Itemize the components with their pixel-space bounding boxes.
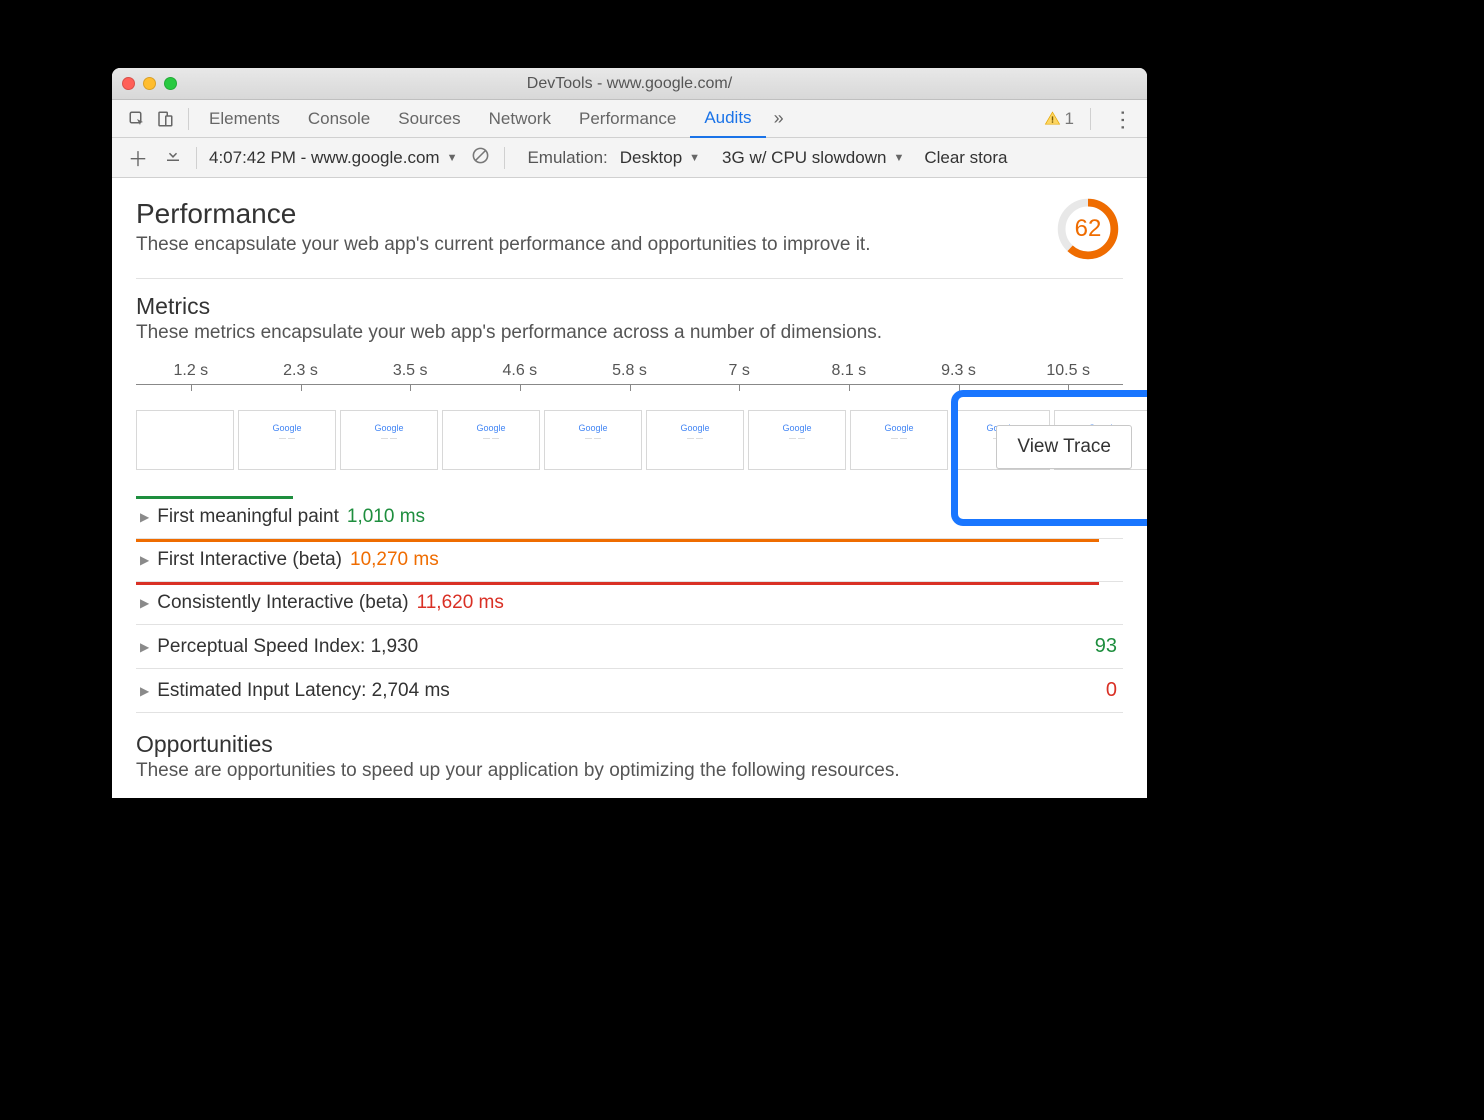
metrics-title: Metrics: [136, 293, 1123, 320]
view-trace-button[interactable]: View Trace: [996, 425, 1132, 469]
performance-desc: These encapsulate your web app's current…: [136, 234, 870, 256]
emulation-label: Emulation:: [527, 148, 607, 168]
tab-sources[interactable]: Sources: [384, 100, 474, 137]
audit-run-label: 4:07:42 PM - www.google.com: [209, 148, 440, 168]
expand-caret-icon[interactable]: ▶: [140, 596, 149, 610]
metric-label: Estimated Input Latency: 2,704 ms: [157, 680, 450, 702]
metric-list: ▶ First meaningful paint 1,010 ms ▶ First I…: [136, 496, 1123, 713]
performance-title: Performance: [136, 198, 870, 230]
performance-score-gauge: 62: [1057, 198, 1119, 260]
metric-row[interactable]: ▶ Consistently Interactive (beta) 11,620 …: [136, 582, 1123, 625]
timeline-tick-label: 9.3 s: [941, 362, 976, 380]
metric-label: Perceptual Speed Index: 1,930: [157, 636, 418, 658]
tabs-overflow-button[interactable]: »: [766, 108, 792, 129]
metric-label: First Interactive (beta): [157, 549, 342, 571]
timeline-tick-label: 8.1 s: [831, 362, 866, 380]
timeline-tick-label: 4.6 s: [502, 362, 537, 380]
device-toggle-icon[interactable]: [156, 110, 174, 128]
clear-storage-toggle[interactable]: Clear stora: [924, 148, 1007, 168]
timeline-tick-label: 2.3 s: [283, 362, 318, 380]
filmstrip-frame[interactable]: Google— —: [238, 410, 336, 470]
expand-caret-icon[interactable]: ▶: [140, 553, 149, 567]
metric-score: 0: [1106, 679, 1117, 702]
warnings-count: 1: [1065, 109, 1074, 129]
new-audit-button[interactable]: ＋: [120, 143, 156, 172]
filmstrip-frame[interactable]: Google— —: [340, 410, 438, 470]
filmstrip-frame[interactable]: Google— —: [850, 410, 948, 470]
chevron-down-icon: ▼: [689, 152, 700, 164]
tab-elements[interactable]: Elements: [195, 100, 294, 137]
expand-caret-icon[interactable]: ▶: [140, 510, 149, 524]
window-title: DevTools - www.google.com/: [112, 75, 1147, 93]
kebab-menu-icon[interactable]: ⋯: [1110, 103, 1136, 135]
filmstrip-frame[interactable]: Google— —: [748, 410, 846, 470]
metric-value: 10,270 ms: [350, 549, 439, 571]
inspect-element-icon[interactable]: [128, 110, 146, 128]
metric-value: 1,010 ms: [347, 506, 425, 528]
opportunities-header: Opportunities These are opportunities to…: [136, 731, 1123, 782]
filmstrip-frame[interactable]: Google— —: [442, 410, 540, 470]
performance-score-value: 62: [1057, 198, 1119, 260]
tab-console[interactable]: Console: [294, 100, 384, 137]
opportunities-desc: These are opportunities to speed up your…: [136, 760, 1123, 782]
metric-row[interactable]: ▶ First Interactive (beta) 10,270 ms: [136, 539, 1123, 582]
device-dropdown[interactable]: Desktop▼: [614, 148, 706, 168]
filmstrip-frame[interactable]: Google— —: [136, 410, 234, 470]
metric-score: 93: [1095, 635, 1117, 658]
timeline-tick-label: 5.8 s: [612, 362, 647, 380]
divider: [136, 278, 1123, 279]
metric-row[interactable]: ▶ Perceptual Speed Index: 1,930 93: [136, 625, 1123, 669]
titlebar: DevTools - www.google.com/: [112, 68, 1147, 100]
clear-audit-button[interactable]: [471, 146, 490, 170]
audit-toolbar: ＋ 4:07:42 PM - www.google.com ▼ Emulatio…: [112, 138, 1147, 178]
opportunities-title: Opportunities: [136, 731, 1123, 758]
tab-performance[interactable]: Performance: [565, 100, 690, 137]
throttle-dropdown[interactable]: 3G w/ CPU slowdown▼: [716, 148, 910, 168]
devtools-tabbar: Elements Console Sources Network Perform…: [112, 100, 1147, 138]
metrics-desc: These metrics encapsulate your web app's…: [136, 322, 1123, 344]
warnings-indicator[interactable]: 1: [1044, 109, 1074, 129]
chevron-down-icon: ▼: [893, 152, 904, 164]
tab-audits[interactable]: Audits: [690, 101, 765, 138]
chevron-down-icon: ▼: [447, 152, 458, 164]
audit-report: Performance These encapsulate your web a…: [112, 178, 1147, 798]
metric-value: 11,620 ms: [417, 592, 504, 614]
timeline-tick-label: 3.5 s: [393, 362, 428, 380]
devtools-window: DevTools - www.google.com/ Elements Cons…: [112, 68, 1147, 798]
filmstrip-frame[interactable]: Google— —: [544, 410, 642, 470]
expand-caret-icon[interactable]: ▶: [140, 684, 149, 698]
filmstrip-frame[interactable]: Google— —: [646, 410, 744, 470]
view-trace-highlight: View Trace: [951, 390, 1147, 526]
metric-row[interactable]: ▶ Estimated Input Latency: 2,704 ms 0: [136, 669, 1123, 713]
timeline-tick-label: 7 s: [728, 362, 749, 380]
metric-label: First meaningful paint: [157, 506, 339, 528]
timeline-tick-label: 1.2 s: [173, 362, 208, 380]
download-report-button[interactable]: [156, 146, 190, 170]
performance-header: Performance These encapsulate your web a…: [136, 198, 1123, 260]
audit-run-dropdown[interactable]: 4:07:42 PM - www.google.com ▼: [203, 148, 463, 168]
metric-label: Consistently Interactive (beta): [157, 592, 408, 614]
timeline-tick-label: 10.5 s: [1046, 362, 1090, 380]
expand-caret-icon[interactable]: ▶: [140, 640, 149, 654]
tab-network[interactable]: Network: [475, 100, 565, 137]
metrics-header: Metrics These metrics encapsulate your w…: [136, 293, 1123, 344]
